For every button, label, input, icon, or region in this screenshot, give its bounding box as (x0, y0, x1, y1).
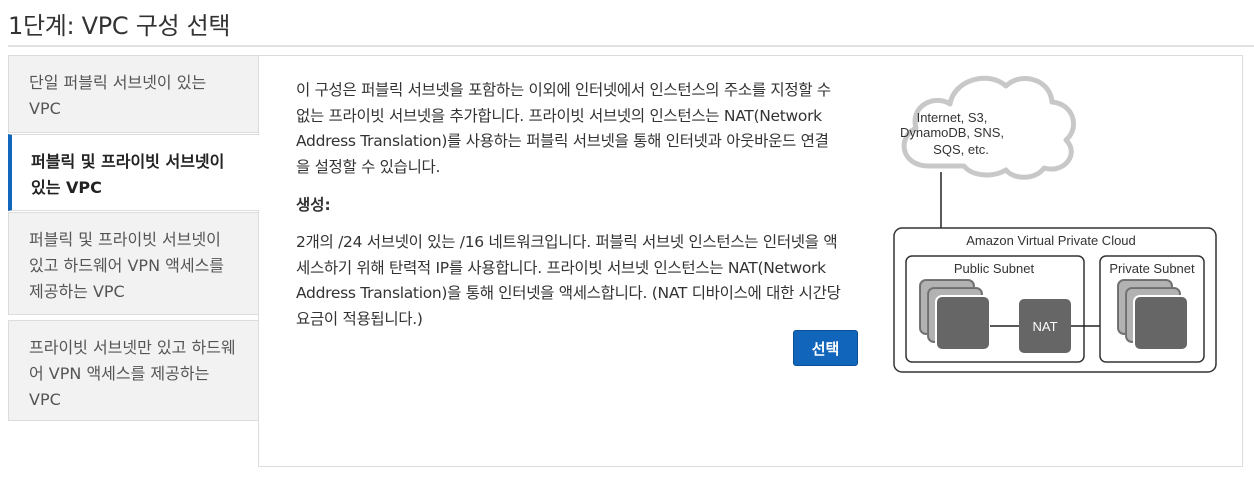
sidebar-item-label-line: VPC (29, 390, 61, 409)
sidebar-item-label-line: VPC (29, 99, 61, 118)
page-title: 1단계: VPC 구성 선택 (8, 12, 231, 40)
cloud-label-line: DynamoDB, SNS, (900, 125, 1004, 140)
create-line: 세스하기 위해 탄력적 IP를 사용합니다. 프라이빗 서브넷 인스턴스는 NA… (296, 258, 826, 277)
cloud-label-line: SQS, etc. (933, 142, 989, 157)
nat-label: NAT (1032, 319, 1057, 334)
public-instances-icon (919, 279, 991, 351)
sidebar-item-public-private-subnets[interactable]: 퍼블릭 및 프라이빗 서브넷이 있는 VPC (8, 134, 259, 211)
sidebar-item-label-line: 단일 퍼블릭 서브넷이 있는 (29, 73, 207, 92)
vpc-label: Amazon Virtual Private Cloud (966, 233, 1136, 248)
description-line: 을 설정할 수 있습니다. (296, 157, 441, 176)
cloud-label-line: Internet, S3, (917, 110, 988, 125)
private-subnet-label: Private Subnet (1109, 261, 1195, 276)
create-line: 요금이 적용됩니다.) (296, 309, 423, 328)
create-line: Address Translation)을 통해 인터넷을 액세스합니다. (N… (296, 284, 841, 302)
sidebar-item-private-only-vpn[interactable]: 프라이빗 서브넷만 있고 하드웨 어 VPN 액세스를 제공하는 VPC (8, 320, 258, 421)
sidebar-item-label-line: 퍼블릭 및 프라이빗 서브넷이 (31, 152, 225, 171)
description-line: Address Translation)를 사용하는 퍼블릭 서브넷을 통해 인… (296, 132, 829, 150)
vpc-architecture-diagram: Internet, S3, DynamoDB, SNS, SQS, etc. A… (893, 75, 1217, 373)
private-instances-icon (1117, 279, 1189, 351)
sidebar-item-label-line: 어 VPN 액세스를 제공하는 (29, 364, 210, 383)
sidebar-item-label-line: 프라이빗 서브넷만 있고 하드웨 (29, 338, 236, 357)
sidebar-item-label-line: 제공하는 VPC (29, 282, 125, 301)
sidebar-item-public-private-vpn[interactable]: 퍼블릭 및 프라이빗 서브넷이 있고 하드웨어 VPN 액세스를 제공하는 VP… (8, 212, 258, 315)
create-description: 2개의 /24 서브넷이 있는 /16 네트워크입니다. 퍼블릭 서브넷 인스턴… (296, 230, 862, 332)
sidebar-item-single-public-subnet[interactable]: 단일 퍼블릭 서브넷이 있는 VPC (8, 55, 258, 133)
sidebar-item-label-line: 있는 VPC (31, 178, 102, 197)
sidebar-item-label-line: 퍼블릭 및 프라이빗 서브넷이 (29, 230, 221, 249)
description-line: 없는 프라이빗 서브넷을 추가합니다. 프라이빗 서브넷의 인스턴스는 NAT(… (296, 106, 822, 125)
public-subnet-label: Public Subnet (954, 261, 1035, 276)
description-line: 이 구성은 퍼블릭 서브넷을 포함하는 이외에 인터넷에서 인스턴스의 주소를 … (296, 81, 831, 99)
select-button[interactable]: 선택 (793, 330, 858, 366)
create-line: 2개의 /24 서브넷이 있는 /16 네트워크입니다. 퍼블릭 서브넷 인스턴… (296, 233, 838, 251)
create-heading: 생성: (296, 196, 331, 214)
config-description: 이 구성은 퍼블릭 서브넷을 포함하는 이외에 인터넷에서 인스턴스의 주소를 … (296, 78, 858, 180)
sidebar-item-label-line: 있고 하드웨어 VPN 액세스를 (29, 256, 225, 275)
title-divider (8, 45, 1254, 47)
